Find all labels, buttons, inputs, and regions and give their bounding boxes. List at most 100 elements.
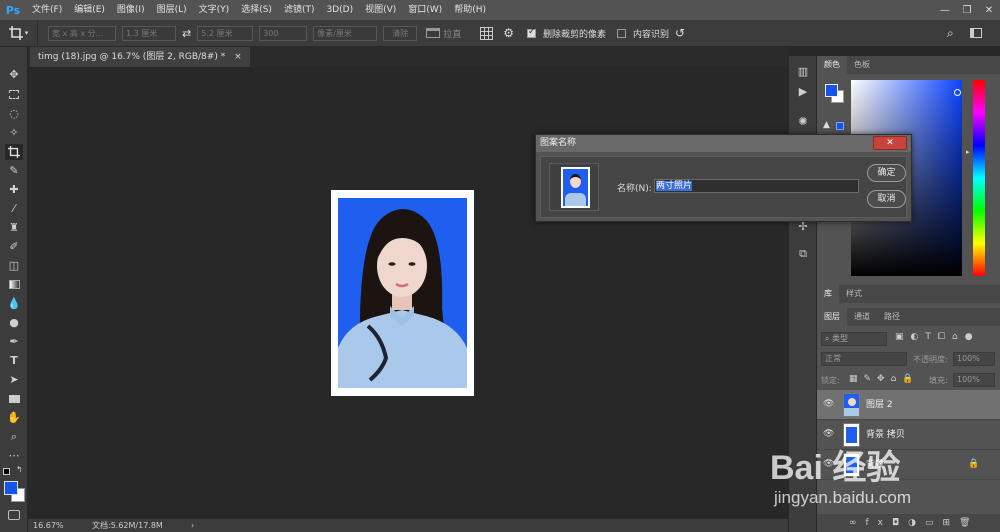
baidu-watermark: Bai 经验 jingyan.baidu.com xyxy=(764,440,989,520)
window-controls: — ❐ ✕ xyxy=(934,0,1000,20)
lock-icons[interactable]: ▦✎✥⌂🔒 xyxy=(849,374,920,384)
tab-styles[interactable]: 样式 xyxy=(839,285,869,303)
resolution-unit-select[interactable]: 像素/厘米 xyxy=(313,25,378,41)
tab-layers[interactable]: 图层 xyxy=(817,308,847,326)
document-tab-bar: timg (18).jpg @ 16.7% (图层 2, RGB/8#) * × xyxy=(28,47,788,67)
minimize-button[interactable]: — xyxy=(934,0,956,20)
move-tool-icon[interactable]: ✥ xyxy=(5,67,23,83)
menu-layer[interactable]: 图层(L) xyxy=(151,0,193,20)
menu-image[interactable]: 图像(I) xyxy=(111,0,151,20)
menu-3d[interactable]: 3D(D) xyxy=(320,0,359,20)
close-tab-icon[interactable]: × xyxy=(234,52,242,62)
menu-view[interactable]: 视图(V) xyxy=(359,0,402,20)
magic-wand-icon[interactable]: ✧ xyxy=(5,125,23,141)
quick-mask-icon[interactable] xyxy=(8,510,20,520)
id-photo-frame[interactable] xyxy=(331,190,474,396)
blend-mode-select[interactable]: 正常 xyxy=(821,352,907,366)
default-colors-icon[interactable] xyxy=(3,468,10,475)
adjustments-panel-icon[interactable]: ✺ xyxy=(794,114,812,130)
tab-swatches[interactable]: 色板 xyxy=(847,56,877,74)
menu-select[interactable]: 选择(S) xyxy=(235,0,278,20)
hand-tool-icon[interactable]: ✋ xyxy=(5,410,23,426)
more-tools-icon[interactable]: ⋯ xyxy=(5,448,23,464)
tab-channels[interactable]: 通道 xyxy=(847,308,877,326)
menu-window[interactable]: 窗口(W) xyxy=(402,0,448,20)
ok-button[interactable]: 确定 xyxy=(867,164,906,182)
menu-file[interactable]: 文件(F) xyxy=(26,0,68,20)
history-panel-icon[interactable]: ▥ xyxy=(794,64,812,80)
tab-paths[interactable]: 路径 xyxy=(877,308,907,326)
overlay-grid-icon[interactable] xyxy=(480,26,494,40)
panel-fg-swatch[interactable] xyxy=(825,84,838,97)
menu-edit[interactable]: 编辑(E) xyxy=(68,0,111,20)
foreground-color-swatch[interactable] xyxy=(4,481,18,495)
tab-libraries[interactable]: 库 xyxy=(817,285,839,303)
doc-size-info: 文档:5.62M/17.8M xyxy=(92,521,163,530)
cancel-button[interactable]: 取消 xyxy=(867,190,906,208)
swap-colors-icon[interactable]: ↰ xyxy=(16,465,23,474)
clone-stamp-icon[interactable]: ♜ xyxy=(5,220,23,236)
opacity-field[interactable]: 100% xyxy=(953,352,995,366)
brush-tool-icon[interactable]: ⁄ xyxy=(5,201,23,217)
layer-name[interactable]: 图层 2 xyxy=(866,390,893,420)
gradient-tool-icon[interactable] xyxy=(5,277,23,293)
color-picker-marker[interactable] xyxy=(954,89,961,96)
crop-tool-preset-icon[interactable]: ▾ xyxy=(0,19,38,47)
fill-field[interactable]: 100% xyxy=(953,373,995,387)
status-menu-arrow[interactable]: › xyxy=(191,519,194,532)
restore-button[interactable]: ❐ xyxy=(956,0,978,20)
lasso-tool-icon[interactable]: ◌ xyxy=(5,106,23,122)
content-aware-checkbox[interactable] xyxy=(617,28,627,38)
delete-cropped-checkbox[interactable] xyxy=(527,27,536,38)
clear-button[interactable]: 清除 xyxy=(383,25,418,41)
blur-tool-icon[interactable]: 💧 xyxy=(5,296,23,312)
layer-filter-field[interactable]: ⌕ 类型 xyxy=(821,332,887,346)
document-tab[interactable]: timg (18).jpg @ 16.7% (图层 2, RGB/8#) * × xyxy=(30,47,250,67)
straighten-icon[interactable] xyxy=(426,28,441,38)
crop-tool-icon[interactable] xyxy=(5,144,23,160)
type-tool-icon[interactable]: T xyxy=(5,353,23,369)
hue-slider[interactable] xyxy=(973,80,985,276)
clone-source-panel-icon[interactable]: ⧉ xyxy=(794,246,812,262)
eyedropper-icon[interactable]: ✎ xyxy=(5,163,23,179)
path-selection-icon[interactable]: ➤ xyxy=(5,372,23,388)
pattern-name-input[interactable]: 两寸照片 xyxy=(654,179,859,193)
reset-icon[interactable]: ↺ xyxy=(675,26,685,40)
zoom-tool-icon[interactable]: ⌕ xyxy=(5,429,23,445)
swap-icon[interactable]: ⇄ xyxy=(182,27,191,40)
tab-color[interactable]: 颜色 xyxy=(817,56,847,74)
visibility-eye-icon[interactable]: 👁 xyxy=(823,399,834,409)
ratio-preset-select[interactable]: 宽 x 高 x 分... xyxy=(48,25,116,41)
menu-bar: Ps 文件(F) 编辑(E) 图像(I) 图层(L) 文字(Y) 选择(S) 滤… xyxy=(0,0,1000,20)
dodge-tool-icon[interactable]: ● xyxy=(5,315,23,331)
content-aware-option[interactable]: 内容识别 xyxy=(617,27,672,40)
eraser-icon[interactable]: ◫ xyxy=(5,258,23,274)
resolution-field[interactable]: 300 xyxy=(259,25,308,41)
layer-row[interactable]: 👁 图层 2 xyxy=(817,390,1000,420)
layer-filter-icons: ▣◐T⧠⌂● xyxy=(895,332,980,342)
search-icon[interactable]: ⌕ xyxy=(947,26,954,41)
delete-cropped-option[interactable]: 删除裁剪的像素 xyxy=(527,27,609,40)
pen-tool-icon[interactable]: ✒ xyxy=(5,334,23,350)
gear-icon[interactable]: ⚙ xyxy=(503,26,514,40)
hue-slider-handle[interactable]: ▸ xyxy=(966,148,970,156)
menu-type[interactable]: 文字(Y) xyxy=(193,0,236,20)
healing-brush-icon[interactable]: ✚ xyxy=(5,182,23,198)
portrait-photo xyxy=(338,198,467,388)
width-field[interactable]: 1.3 厘米 xyxy=(122,25,176,41)
actions-panel-icon[interactable]: ▶ xyxy=(794,84,812,100)
dialog-close-button[interactable]: ✕ xyxy=(873,136,907,150)
menu-help[interactable]: 帮助(H) xyxy=(448,0,492,20)
workspace-icon[interactable] xyxy=(970,28,982,38)
options-bar: ▾ 宽 x 高 x 分... 1.3 厘米 ⇄ 5.2 厘米 300 像素/厘米… xyxy=(0,19,1000,47)
height-field[interactable]: 5.2 厘米 xyxy=(197,25,254,41)
marquee-tool-icon[interactable] xyxy=(5,87,23,103)
layer-thumbnail xyxy=(843,393,860,417)
zoom-level[interactable]: 16.67% xyxy=(33,519,64,532)
visibility-eye-icon[interactable]: 👁 xyxy=(823,429,834,439)
history-brush-icon[interactable]: ✐ xyxy=(5,239,23,255)
name-label: 名称(N): xyxy=(617,184,652,194)
close-window-button[interactable]: ✕ xyxy=(978,0,1000,20)
menu-filter[interactable]: 滤镜(T) xyxy=(278,0,321,20)
rectangle-tool-icon[interactable] xyxy=(5,391,23,407)
